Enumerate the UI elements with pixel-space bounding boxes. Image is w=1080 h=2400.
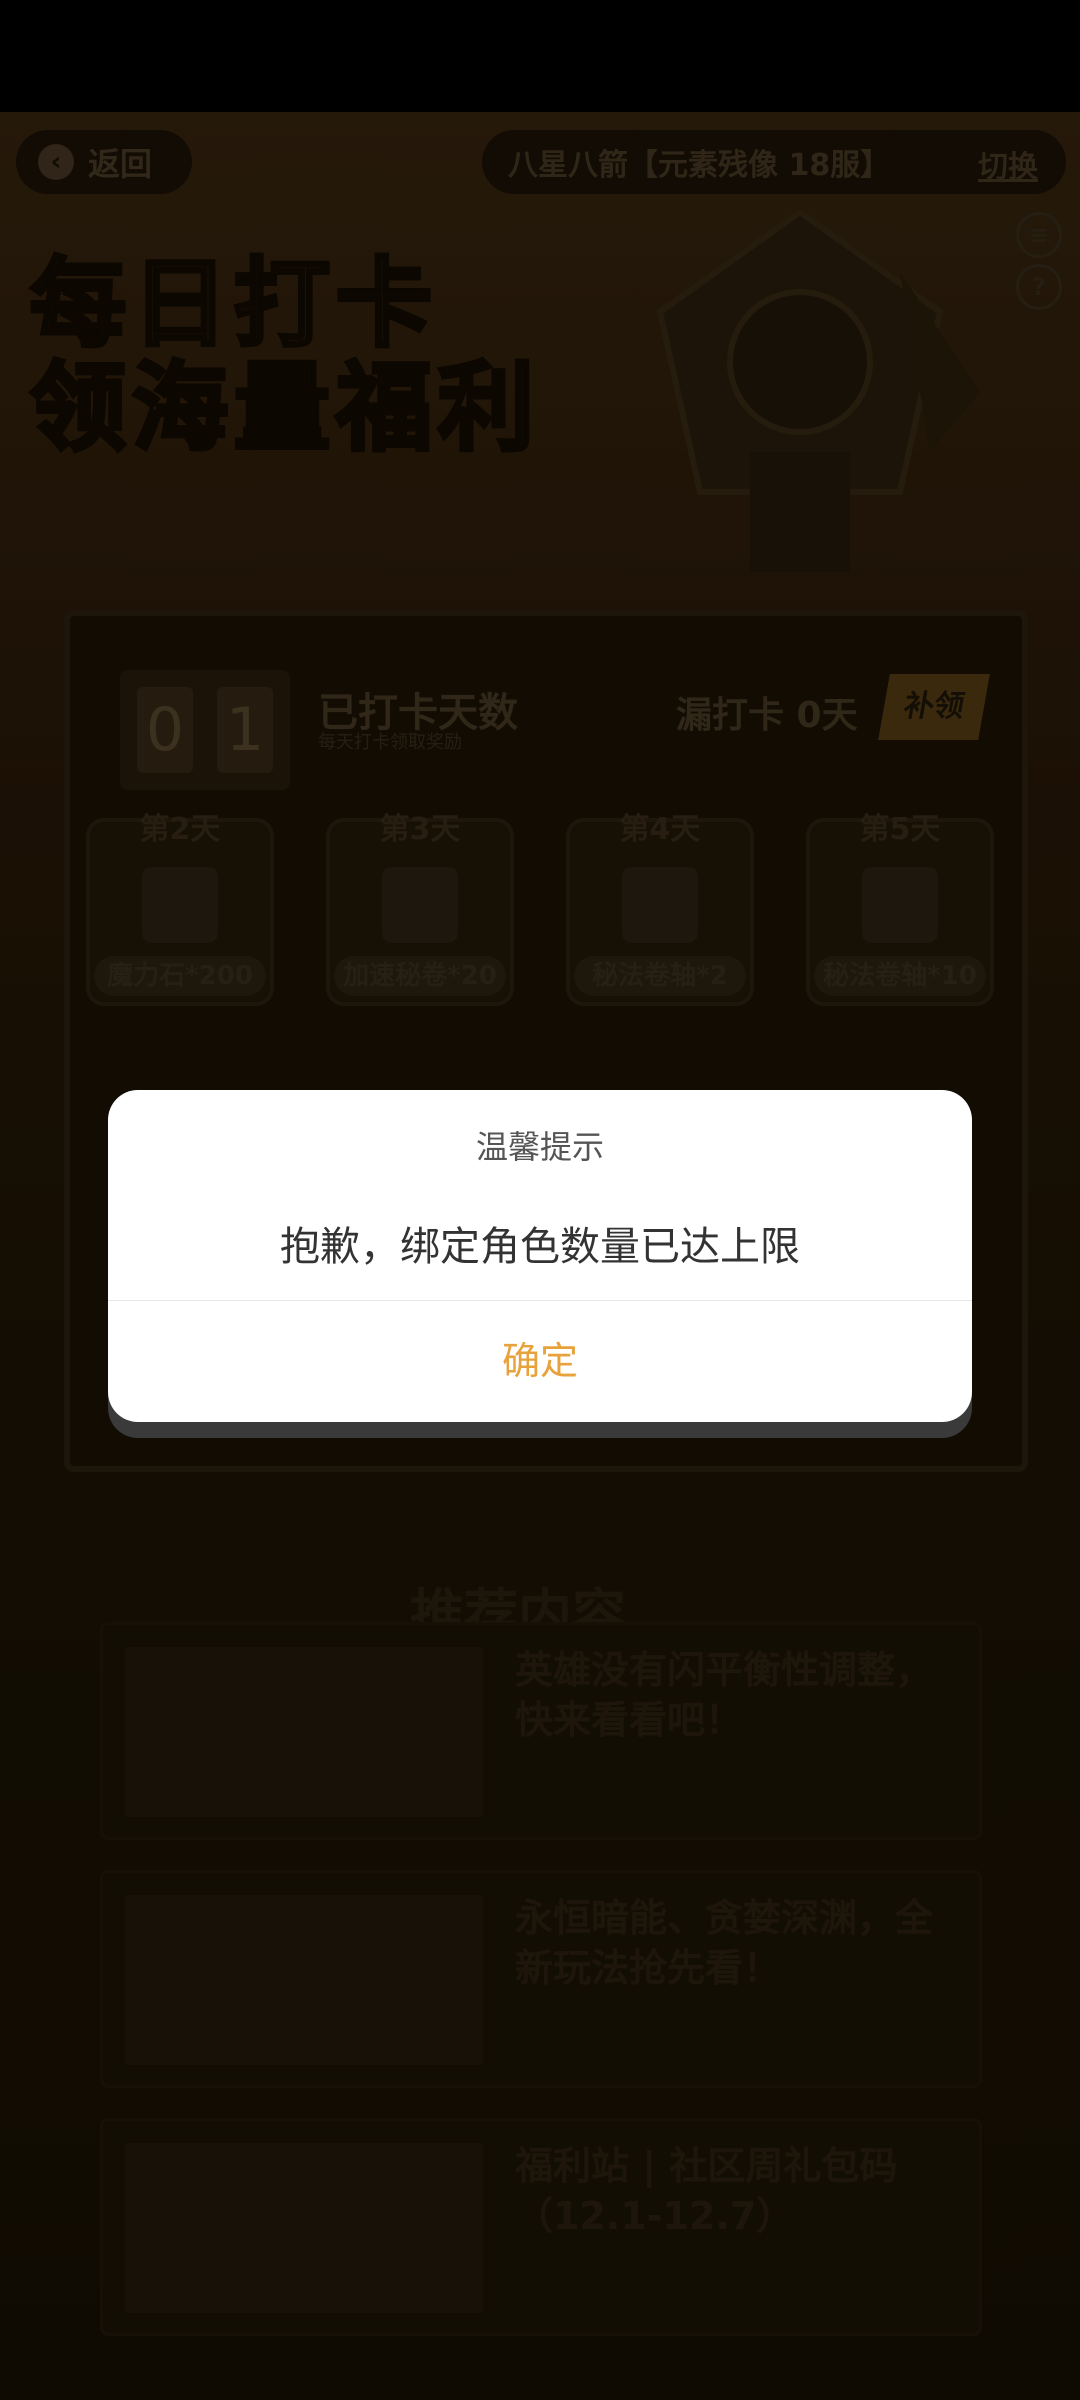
confirm-button[interactable]: 确定 <box>108 1301 972 1422</box>
dialog-message: 抱歉，绑定角色数量已达上限 <box>280 1224 800 1270</box>
alert-dialog: 温馨提示 抱歉，绑定角色数量已达上限 确定 <box>108 1090 972 1422</box>
dialog-title: 温馨提示 <box>475 1128 604 1166</box>
